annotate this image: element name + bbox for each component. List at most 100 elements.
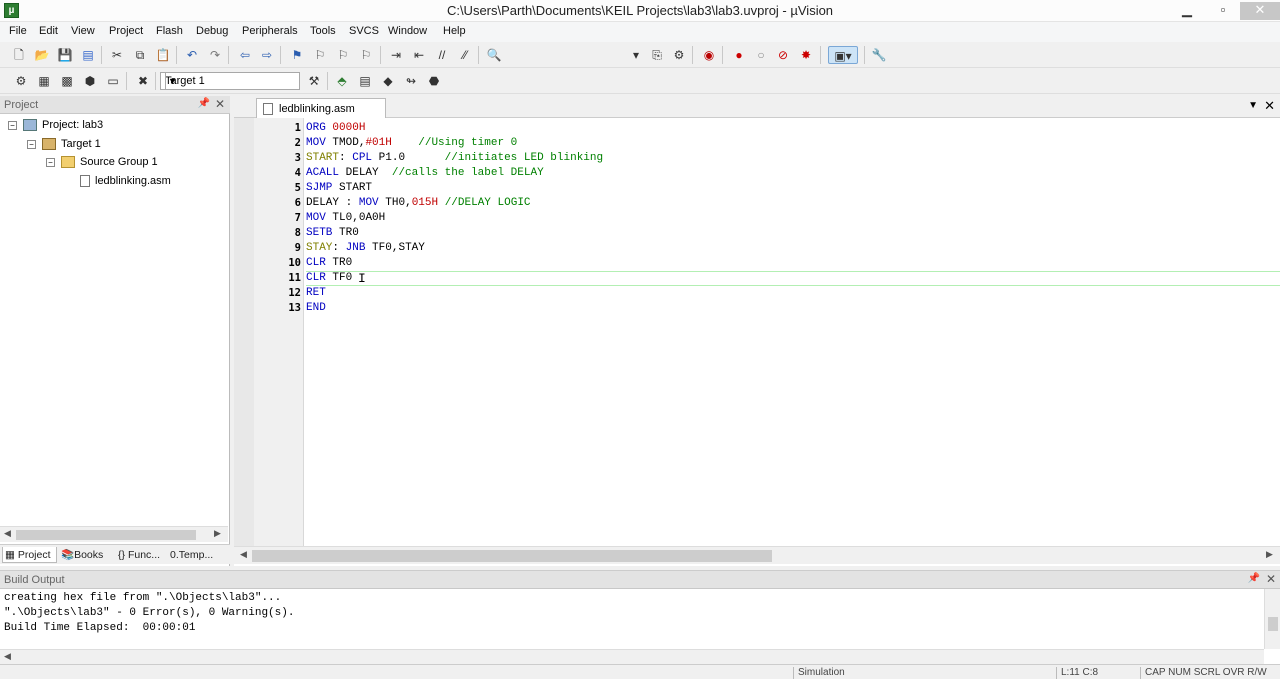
open-file-icon[interactable]: 📂 xyxy=(33,46,51,64)
uncomment-icon[interactable]: ⁄⁄ xyxy=(456,46,474,64)
close-tab-icon[interactable]: ✕ xyxy=(1264,98,1275,114)
menu-file[interactable]: File xyxy=(9,25,27,37)
manage-project-items-icon[interactable]: ⬘ xyxy=(333,72,351,90)
debug-session-icon[interactable]: ◉ xyxy=(700,46,718,64)
code-line[interactable]: START: CPL P1.0 //initiates LED blinking xyxy=(306,151,603,166)
project-hscrollbar[interactable]: ◀ ▶ xyxy=(0,526,228,542)
code-line[interactable]: MOV TMOD,#01H //Using timer 0 xyxy=(306,136,517,151)
target-options-icon[interactable]: ⚒ xyxy=(305,72,323,90)
batch-build-icon[interactable]: ⬢ xyxy=(81,72,99,90)
rebuild-icon[interactable]: ▩ xyxy=(58,72,76,90)
unindent-icon[interactable]: ⇤ xyxy=(410,46,428,64)
pin-icon[interactable]: 📌 xyxy=(1248,573,1260,584)
tab-project[interactable]: ▦ Project xyxy=(2,547,57,563)
tree-item-project[interactable]: − Project: lab3 xyxy=(8,116,103,134)
close-icon[interactable]: ✕ xyxy=(1266,572,1276,586)
menu-window[interactable]: Window xyxy=(388,25,427,37)
menu-help[interactable]: Help xyxy=(443,25,466,37)
code-line[interactable]: SETB TR0 xyxy=(306,226,359,241)
redo-icon[interactable]: ↷ xyxy=(206,46,224,64)
tree-item-target[interactable]: − Target 1 xyxy=(27,135,101,153)
menu-tools[interactable]: Tools xyxy=(310,25,336,37)
scroll-thumb[interactable] xyxy=(1268,617,1278,631)
find-dropdown-icon[interactable]: ▾ xyxy=(627,46,645,64)
cut-icon[interactable]: ✂ xyxy=(108,46,126,64)
scroll-right-icon[interactable]: ▶ xyxy=(214,528,221,539)
editor-hscrollbar[interactable]: ◀ ▶ xyxy=(234,546,1280,564)
next-bookmark-icon[interactable]: ⚐ xyxy=(334,46,352,64)
prev-bookmark-icon[interactable]: ⚐ xyxy=(311,46,329,64)
collapse-icon[interactable]: − xyxy=(46,157,55,167)
close-icon[interactable]: ✕ xyxy=(215,97,225,111)
save-icon[interactable]: 💾 xyxy=(56,46,74,64)
tab-functions[interactable]: {} Func... xyxy=(116,547,166,563)
pack-installer-icon[interactable]: ◆ xyxy=(379,72,397,90)
code-line[interactable]: RET xyxy=(306,286,326,301)
collapse-icon[interactable]: − xyxy=(27,139,36,149)
pin-icon[interactable]: 📌 xyxy=(198,98,210,109)
translate-icon[interactable]: ⚙ xyxy=(12,72,30,90)
save-all-icon[interactable]: ▤ xyxy=(79,46,97,64)
menu-debug[interactable]: Debug xyxy=(196,25,228,37)
paste-icon[interactable]: 📋 xyxy=(154,46,172,64)
code-line[interactable]: ORG 0000H xyxy=(306,121,365,136)
comment-icon[interactable]: // xyxy=(433,46,451,64)
menu-svcs[interactable]: SVCS xyxy=(349,25,379,37)
settings-icon[interactable]: ⬣ xyxy=(425,72,443,90)
target-select[interactable]: Target 1 ▼ xyxy=(160,72,300,90)
code-line[interactable]: CLR TF0 xyxy=(306,271,352,286)
menu-project[interactable]: Project xyxy=(109,25,143,37)
find-icon[interactable]: ⎘ xyxy=(648,46,666,64)
configure-icon[interactable]: 🔧 xyxy=(870,46,888,64)
nav-forward-icon[interactable]: ⇨ xyxy=(258,46,276,64)
editor-tab-ledblinking[interactable]: ledblinking.asm xyxy=(256,98,386,118)
build-vscrollbar[interactable] xyxy=(1264,589,1280,649)
tab-templates[interactable]: 0.Temp... xyxy=(168,547,226,563)
build-icon[interactable]: ▦ xyxy=(35,72,53,90)
menu-flash[interactable]: Flash xyxy=(156,25,183,37)
minimize-button[interactable]: ▁ xyxy=(1174,2,1200,20)
indent-icon[interactable]: ⇥ xyxy=(387,46,405,64)
window-layout-icon[interactable]: ▣▾ xyxy=(828,46,858,64)
disable-breakpoints-icon[interactable]: ⊘ xyxy=(774,46,792,64)
kill-breakpoints-icon[interactable]: ✸ xyxy=(797,46,815,64)
scroll-right-icon[interactable]: ▶ xyxy=(1266,549,1273,560)
incremental-find-icon[interactable]: ⚙ xyxy=(670,46,688,64)
find-in-files-icon[interactable]: 🔍 xyxy=(485,46,503,64)
scroll-left-icon[interactable]: ◀ xyxy=(4,651,11,662)
close-button[interactable]: ✕ xyxy=(1240,2,1280,20)
download-icon[interactable]: ✖ xyxy=(134,72,152,90)
code-line[interactable]: ACALL DELAY //calls the label DELAY xyxy=(306,166,544,181)
breakpoint-margin[interactable] xyxy=(234,118,254,546)
menu-view[interactable]: View xyxy=(71,25,95,37)
maximize-button[interactable]: ▫ xyxy=(1210,2,1236,20)
rte-icon[interactable]: ↬ xyxy=(402,72,420,90)
enable-breakpoint-icon[interactable]: ○ xyxy=(752,46,770,64)
clear-bookmarks-icon[interactable]: ⚐ xyxy=(357,46,375,64)
bookmark-icon[interactable]: ⚑ xyxy=(288,46,306,64)
code-line[interactable]: CLR TR0 xyxy=(306,256,352,271)
code-line[interactable]: DELAY : MOV TH0,015H //DELAY LOGIC xyxy=(306,196,531,211)
tree-item-file[interactable]: ledblinking.asm xyxy=(80,172,171,190)
code-line[interactable]: STAY: JNB TF0,STAY xyxy=(306,241,425,256)
select-packs-icon[interactable]: ▤ xyxy=(356,72,374,90)
collapse-icon[interactable]: − xyxy=(8,120,17,130)
code-line[interactable]: END xyxy=(306,301,326,316)
scroll-thumb[interactable] xyxy=(252,550,772,562)
insert-breakpoint-icon[interactable]: ● xyxy=(730,46,748,64)
tab-books[interactable]: 📚Books xyxy=(59,547,113,563)
scroll-left-icon[interactable]: ◀ xyxy=(240,549,247,560)
menu-edit[interactable]: Edit xyxy=(39,25,58,37)
code-text-area[interactable]: I ORG 0000H MOV TMOD,#01H //Using timer 0… xyxy=(306,118,1280,546)
tree-item-source-group[interactable]: − Source Group 1 xyxy=(46,153,158,171)
menu-peripherals[interactable]: Peripherals xyxy=(242,25,298,37)
nav-back-icon[interactable]: ⇦ xyxy=(236,46,254,64)
tab-list-icon[interactable]: ▼ xyxy=(1248,100,1258,111)
build-hscrollbar[interactable]: ◀ xyxy=(0,649,1264,665)
code-line[interactable]: SJMP START xyxy=(306,181,372,196)
scroll-left-icon[interactable]: ◀ xyxy=(4,528,11,539)
undo-icon[interactable]: ↶ xyxy=(183,46,201,64)
stop-build-icon[interactable]: ▭ xyxy=(104,72,122,90)
scroll-thumb[interactable] xyxy=(16,530,196,540)
code-line[interactable]: MOV TL0,0A0H xyxy=(306,211,385,226)
